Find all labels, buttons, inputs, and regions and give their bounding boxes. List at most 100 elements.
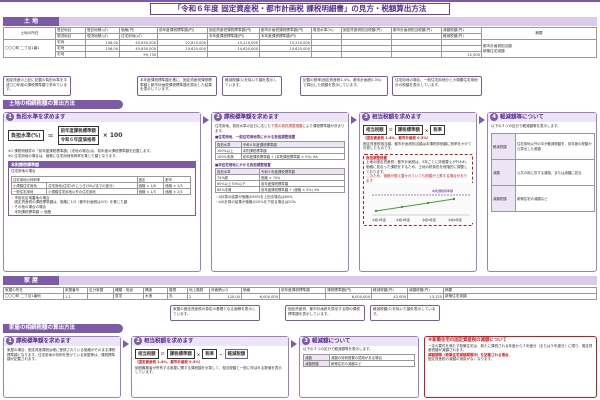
- table-cell: 小規模住宅用地以外の住宅用地: [46, 187, 138, 195]
- page-title: 「令和６年度 固定資産税・都市計画税 課税明細書」の見方・税額算出方法: [150, 3, 450, 15]
- table-row: 〇〇〇町 二丁目1番地 1-1 居宅 木造 瓦 2 120.00 6,000,0…: [3, 293, 597, 300]
- burden-chart: 令和3年度 令和4年度 令和5年度 令和6年度 本則課税標準額: [366, 183, 474, 224]
- house-note-2: 固定資産税、都市計画税を算出する際の課税標準額を表示しています。: [285, 305, 365, 321]
- table-cell: 新築住宅の減額など: [329, 359, 415, 367]
- burden-formula-fraction: 前年度課税標準額 令和６年度価格等: [57, 126, 99, 145]
- formula-op: ＝: [160, 351, 165, 356]
- house-calc-title: 家屋の相続税額の算出方法: [3, 324, 123, 333]
- formula-term: 課税標準額: [394, 125, 423, 135]
- burden-formula-mult: × 100: [102, 132, 123, 139]
- new-house-text: 一定の要件を満たす新築住宅は、新たに課税される年度から３年度分（または５年度分）…: [428, 343, 593, 353]
- table-cell: 住宅用地以外の中が軽減税額を、前年度の税額から算出した差額: [515, 132, 595, 160]
- burden-formula-den: 令和６年度価格等: [57, 136, 99, 145]
- burden-adjust-box: 負担調整措置 土地の固定資産税・都市計画税は、3年ごとに評価替えが行われ、価格に…: [363, 153, 474, 227]
- step1-note-2: ※2 住宅用地の場合は、価格に住宅用地特例率を乗じた額となります。: [8, 153, 119, 158]
- table-cell: 軽減税額: [491, 132, 516, 160]
- burden-formula-num: 前年度課税標準額: [57, 126, 99, 136]
- step2-sub2: ■非住宅用地にかかる負担調整措置: [215, 162, 271, 167]
- burden-adjust-red: このため、価格が据え置かれていても税額が上昇する場合があります: [366, 174, 468, 183]
- table-cell: 前年度課税標準額 + (本則課税標準額 × 5%) ※A: [240, 152, 346, 160]
- table-cell: 木造: [143, 293, 168, 300]
- chart-point: [452, 198, 456, 201]
- land-band: 土 地: [3, 17, 597, 26]
- house-step1-panel: 1 課税標準額を求めます 家屋の場合、固定資産課税台帳に登録されている価格がそのま…: [3, 336, 121, 398]
- burden-adjust-text: 土地の固定資産税・都市計画税は、3年ごとに評価替えが行われ、価格に見合った課税を…: [366, 160, 470, 174]
- table-cell: 新築住宅の減額など: [515, 184, 595, 212]
- house-step2-text: 納税義務者が所有する家屋に関する課税額を計算して、相当税額と一般に呼ばれる数値を…: [135, 365, 282, 375]
- nonresidential-adjust-table: 負担水準 令和６年度課税標準額 70%超 価格 × 70% 60%以上70%以下 前年…: [215, 168, 346, 194]
- formula-term: 税率: [430, 125, 446, 135]
- land-step3-label: 相当税額を求めます: [372, 114, 422, 121]
- base-tax-box: 本則課税標準額 住宅用地の場合 住宅用地の特例率 固定 都市 小規模住宅用地 住宅用地…: [8, 161, 196, 217]
- footnote: 本則課税標準額 = 価格: [11, 209, 52, 214]
- land-step4-heading: 4 軽減額等について: [488, 113, 596, 122]
- formula-op: ×: [424, 127, 429, 133]
- formula-term: 課税標準額: [166, 349, 195, 359]
- table-cell: [87, 293, 114, 300]
- chart-x-label: 令和4年度: [396, 217, 410, 222]
- arrow-right-icon: [123, 340, 129, 348]
- land-step3-panel: 3 相当税額を求めます 相当税額 ＝ 課税標準額 × 税率 （固定資産税 1.4%…: [359, 112, 477, 272]
- land-note-2: 本年度課税標準額を基に、固定資産税課税標準額と都市計画税課税標準額を算出した結果…: [137, 76, 217, 96]
- special-rate-table: 住宅用地の特例率 固定 都市 小規模住宅用地 住宅用地(住宅1戸につき200㎡までの部…: [10, 175, 191, 195]
- step-number-4: 4: [490, 113, 498, 121]
- house-step2-panel: 2 相当税額を求めます 相当税額 ＝ 課税標準額 × 税率 − 軽減税額 （固定資…: [131, 336, 289, 398]
- land-remark-2: 新築住宅減額: [483, 48, 505, 53]
- formula-term: 軽減税額: [224, 349, 249, 359]
- table-cell: 価格 × 2/3: [163, 187, 191, 195]
- land-step1-panel: 1 負担水準を求めます 負担水準(%) ＝ 前年度課税標準額 令和６年度価格等 ×…: [3, 112, 201, 272]
- table-cell: 2: [187, 293, 210, 300]
- land-note-4: 記載の税率(固定資産税1.4%、都市計画税0.3%)で算出した税額を表示していま…: [300, 76, 388, 96]
- land-step1-label: 負担水準を求めます: [16, 114, 66, 121]
- house-band-label: 家 屋: [3, 276, 59, 285]
- land-step4-panel: 4 軽減額等について 以下の３つの区分で軽減額等を表示します。 軽減税額 住宅用地以…: [487, 112, 597, 272]
- step3-text: 固定資産税相当額、都市計画税相当額は本課税評価額に税率をかけて計算したものです。: [363, 141, 472, 151]
- land-calc-title: 土地の相続税額の算出方法: [3, 100, 123, 109]
- house-step2-label: 相当税額を求めます: [144, 338, 194, 345]
- formula-term: 税率: [202, 349, 218, 359]
- step2-intro: 住宅用地、負担水準の区分に応じた下表の負担調整措置により課税標準額が決まります。: [212, 122, 348, 135]
- land-address-cell: 〇〇〇町 二丁目1番1: [3, 39, 56, 58]
- land-table: 土地の所在 登記地目 登記地積(㎡) 価格(円) 前年度課税標準額(円) 固定資…: [3, 27, 597, 58]
- burden-formula: 負担水準(%) ＝ 前年度課税標準額 令和６年度価格等 × 100: [8, 126, 196, 145]
- arrow-right-icon: [479, 116, 485, 124]
- step4-text: 以下の３つの区分で軽減額等を表示します。: [491, 124, 561, 128]
- formula-term: 相当税額: [135, 349, 159, 359]
- burden-formula-lhs: 負担水準(%): [8, 130, 44, 141]
- land-note-5: 住宅用地の場合、一般住宅用地分と小規模住宅用地分の税額を表示しています。: [392, 76, 482, 96]
- step2-intro-red: 下表の負担調整措置: [271, 124, 303, 128]
- step-number-1: 1: [6, 337, 14, 345]
- land-h-remark: 摘要: [481, 27, 597, 40]
- house-band: 家 屋: [3, 276, 597, 285]
- step2-note: ・Aの計算の結果が価格の20%を下回る場合は20%: [215, 199, 296, 204]
- land-step2-heading: 2 課税標準額を求めます: [212, 113, 348, 122]
- arrow-right-icon: [203, 116, 209, 124]
- land-note-3: 軽減税額(1)を除いた額を表示しています。: [222, 76, 282, 96]
- house-step1-heading: 1 課税標準額を求めます: [4, 337, 120, 346]
- table-cell: 減額: [491, 158, 516, 186]
- house-table: 家屋の所在 家屋番号 区分家屋 種類・用途 構造 屋根 地上階数 床面積(㎡) …: [3, 287, 597, 300]
- residential-adjust-table: 負担水準 令和６年度課税標準額 100%以上 本則課税標準額 100%未満 前年度課税…: [215, 140, 346, 160]
- house-reduction-table: 減額 減額の特例措置の適用がある場合 減額税額 新築住宅の減額など: [303, 353, 415, 367]
- land-step4-label: 軽減額等について: [500, 114, 544, 121]
- land-step2-label: 課税標準額を求めます: [224, 114, 280, 121]
- chart-x-label: 令和6年度: [448, 217, 462, 222]
- house-step3-label: 軽減額について: [312, 338, 351, 345]
- tax-formula: 相当税額 ＝ 課税標準額 × 税率: [363, 125, 473, 135]
- table-cell: 13,125: [407, 293, 444, 300]
- land-header-row: 土地の所在 登記地目 登記地積(㎡) 価格(円) 前年度課税標準額(円) 固定資…: [3, 27, 597, 40]
- table-cell: 居宅: [113, 293, 144, 300]
- land-remark-cell: 都市計画税相当額 新築住宅減額: [481, 39, 597, 58]
- step-number-1: 1: [6, 113, 14, 121]
- table-cell: 42,000: [371, 293, 408, 300]
- house-note-3: 軽減税額(1)を除いた額を表示しています。: [370, 305, 440, 321]
- house-step3-heading: 3 軽減額について: [300, 337, 418, 346]
- arrow-right-icon: [291, 340, 297, 348]
- house-step2-heading: 2 相当税額を求めます: [132, 337, 288, 346]
- new-house-box: ※新築住宅の固定資産税の減額について 一定の要件を満たす新築住宅は、新たに課税さ…: [424, 336, 597, 398]
- new-house-tail: 固定資産税の減額の適用がなくなります。: [428, 357, 495, 362]
- table-cell: 6,000,000: [241, 293, 280, 300]
- table-cell: 1-1: [63, 293, 88, 300]
- arrow-right-icon: [351, 116, 357, 124]
- table-cell: 一般住宅用地: [10, 187, 48, 195]
